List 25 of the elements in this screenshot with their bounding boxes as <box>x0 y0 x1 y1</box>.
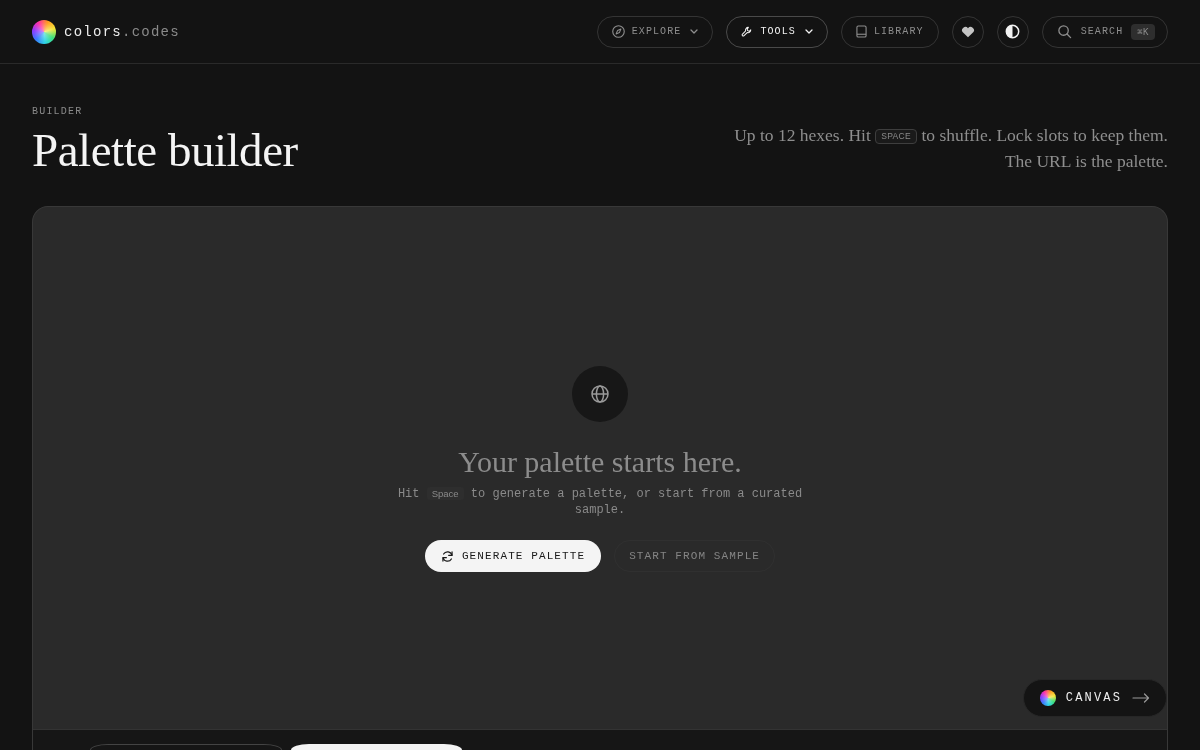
toolbar-button[interactable] <box>291 744 462 750</box>
intro-note: The URL is the palette. <box>1003 150 1168 173</box>
search-label: SEARCH <box>1080 26 1124 37</box>
book-icon <box>855 25 867 38</box>
search-icon <box>1056 24 1072 39</box>
logo-wordmark[interactable]: colors.codes <box>64 23 180 40</box>
contrast-icon <box>1005 24 1021 39</box>
section-label: BUILDER <box>32 106 84 118</box>
color-wheel-icon <box>1039 690 1056 706</box>
intro-text: Up to 12 hexes. Hit SPACE to shuffle. Lock slots to keep them. <box>734 124 1168 147</box>
canvas-button[interactable]: CANVAS <box>1022 679 1167 717</box>
arrow-right-icon <box>1132 693 1150 703</box>
caret-icon <box>804 29 813 34</box>
logo-icon[interactable] <box>32 19 56 44</box>
shortcut-key: ⌘K <box>1131 23 1155 40</box>
wrench-icon <box>741 25 754 38</box>
caret-icon <box>690 29 699 34</box>
empty-state-heading: Your palette starts here. <box>458 444 742 480</box>
hint-text: Hit Space to generate a palette, or start from a curated sample. <box>396 486 804 518</box>
refresh-icon <box>440 549 454 563</box>
globe-icon <box>572 366 628 422</box>
generate-button[interactable]: GENERATE PALETTE <box>424 540 602 572</box>
page-title: Palette builder <box>32 124 298 176</box>
compass-icon <box>611 25 625 38</box>
heart-icon <box>960 25 975 38</box>
